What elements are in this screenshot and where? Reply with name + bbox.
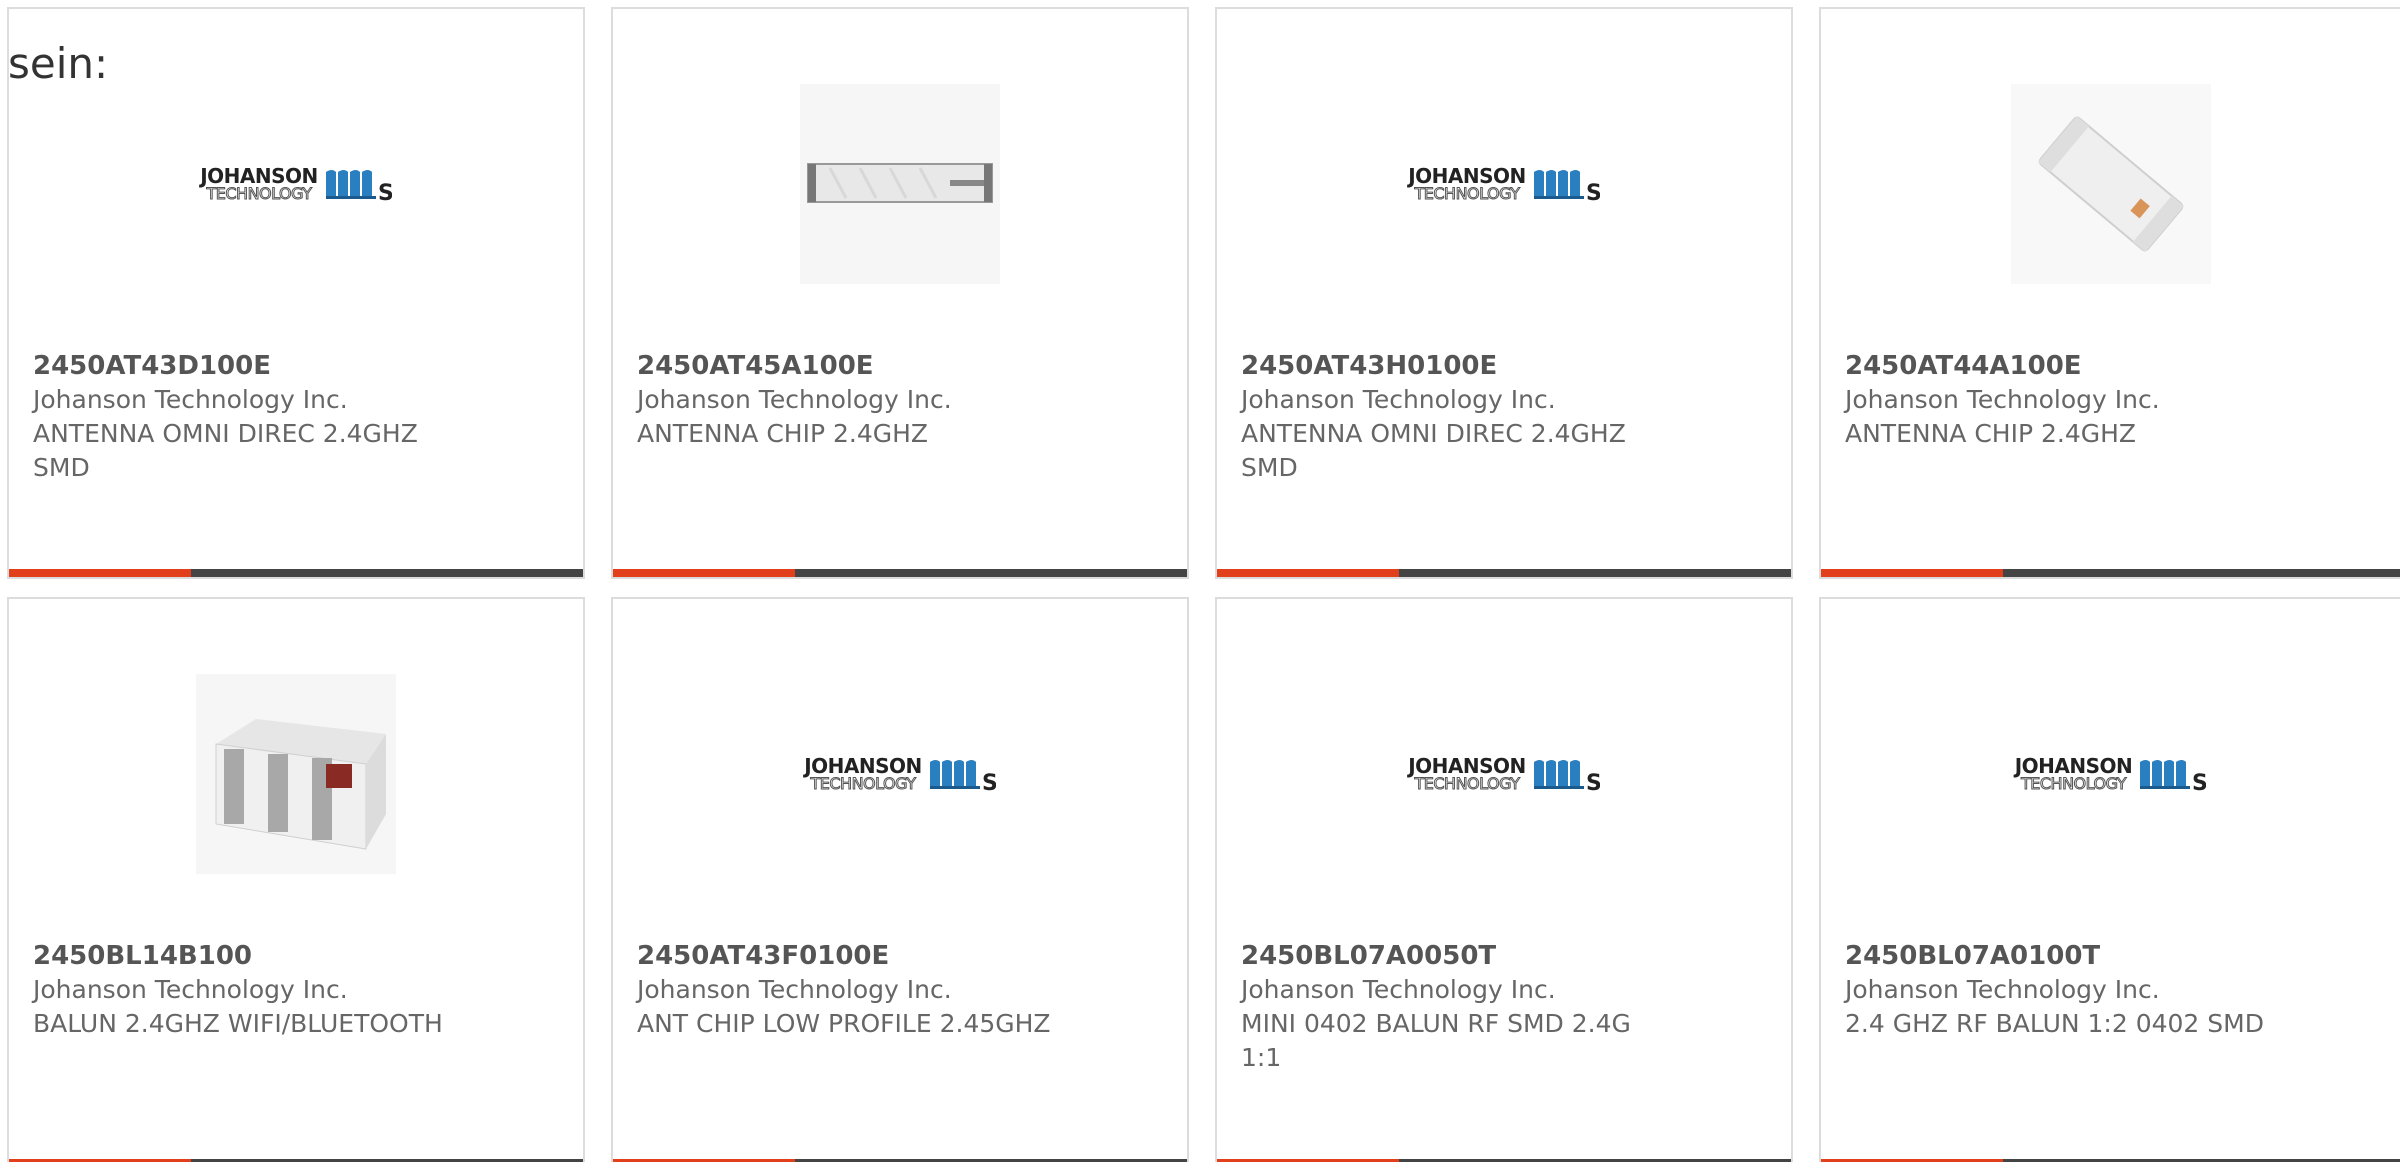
card-accent bbox=[9, 569, 191, 577]
product-image[interactable]: JOHANSON TECHNOLOGY S bbox=[613, 669, 1187, 879]
product-image[interactable]: JOHANSON TECHNOLOGY S bbox=[1821, 669, 2400, 879]
product-image[interactable]: JOHANSON TECHNOLOGY S bbox=[9, 79, 583, 289]
manufacturer: Johanson Technology Inc. bbox=[1845, 975, 2160, 1004]
product-card[interactable]: JOHANSON TECHNOLOGY S 2450AT43H0100E Joh… bbox=[1215, 7, 1793, 579]
description-line2: 1:1 bbox=[1241, 1043, 1282, 1072]
wave-logo-icon: S bbox=[2140, 760, 2206, 792]
part-number[interactable]: 2450AT43H0100E bbox=[1241, 349, 1681, 383]
logo-line2: TECHNOLOGY bbox=[810, 774, 916, 793]
card-footer-bar bbox=[9, 569, 583, 577]
johanson-logo-icon: JOHANSON TECHNOLOGY S bbox=[2015, 756, 2207, 792]
card-accent bbox=[1821, 569, 2003, 577]
logo-line2: TECHNOLOGY bbox=[1414, 184, 1520, 203]
balun-chip-image bbox=[196, 674, 396, 874]
svg-text:S: S bbox=[2192, 771, 2206, 792]
chip-antenna-long-image bbox=[800, 84, 1000, 284]
card-footer-bar bbox=[1217, 569, 1791, 577]
product-image[interactable] bbox=[613, 79, 1187, 289]
johanson-logo-icon: JOHANSON TECHNOLOGY S bbox=[1408, 756, 1600, 792]
logo-line1: JOHANSON bbox=[1408, 754, 1526, 778]
manufacturer: Johanson Technology Inc. bbox=[637, 975, 952, 1004]
svg-text:S: S bbox=[982, 771, 996, 792]
product-card[interactable]: JOHANSON TECHNOLOGY S 2450BL07A0050T Joh… bbox=[1215, 597, 1793, 1162]
description-line1: ANTENNA OMNI DIREC 2.4GHZ bbox=[33, 419, 418, 448]
description-line1: BALUN 2.4GHZ WIFI/BLUETOOTH bbox=[33, 1009, 443, 1038]
wave-logo-icon: S bbox=[1533, 760, 1600, 792]
card-accent bbox=[613, 569, 795, 577]
description-line1: 2.4 GHZ RF BALUN 1:2 0402 SMD bbox=[1845, 1009, 2264, 1038]
logo-line2: TECHNOLOGY bbox=[1414, 774, 1520, 793]
intro-text: sein: bbox=[8, 39, 109, 88]
manufacturer: Johanson Technology Inc. bbox=[1241, 975, 1556, 1004]
manufacturer: Johanson Technology Inc. bbox=[33, 975, 348, 1004]
part-number[interactable]: 2450BL07A0050T bbox=[1241, 939, 1681, 973]
card-accent bbox=[1217, 569, 1399, 577]
wave-logo-icon: S bbox=[1533, 170, 1600, 202]
description-line1: ANTENNA CHIP 2.4GHZ bbox=[637, 419, 929, 448]
logo-line1: JOHANSON bbox=[2014, 754, 2133, 778]
logo-line2: TECHNOLOGY bbox=[206, 184, 312, 203]
part-number[interactable]: 2450AT45A100E bbox=[637, 349, 1077, 383]
wave-logo-icon: S bbox=[325, 170, 392, 202]
part-number[interactable]: 2450BL07A0100T bbox=[1845, 939, 2285, 973]
chip-antenna-angled-image bbox=[2010, 84, 2211, 284]
part-number[interactable]: 2450AT43D100E bbox=[33, 349, 473, 383]
product-image[interactable] bbox=[1821, 79, 2400, 289]
product-card[interactable]: 2450BL14B100 Johanson Technology Inc. BA… bbox=[7, 597, 585, 1162]
svg-text:S: S bbox=[378, 181, 392, 202]
product-card[interactable]: 2450AT45A100E Johanson Technology Inc. A… bbox=[611, 7, 1189, 579]
logo-line1: JOHANSON bbox=[200, 164, 318, 188]
part-number[interactable]: 2450AT43F0100E bbox=[637, 939, 1077, 973]
card-footer-bar bbox=[1821, 569, 2400, 577]
description-line2: SMD bbox=[33, 453, 90, 482]
manufacturer: Johanson Technology Inc. bbox=[1241, 385, 1556, 414]
manufacturer: Johanson Technology Inc. bbox=[33, 385, 348, 414]
product-image[interactable] bbox=[9, 669, 583, 879]
product-card[interactable]: JOHANSON TECHNOLOGY S 2450BL07A0100T Joh… bbox=[1819, 597, 2400, 1162]
johanson-logo-icon: JOHANSON TECHNOLOGY S bbox=[804, 756, 996, 792]
description-line2: SMD bbox=[1241, 453, 1298, 482]
part-number[interactable]: 2450AT44A100E bbox=[1845, 349, 2285, 383]
svg-text:S: S bbox=[1586, 771, 1600, 792]
johanson-logo-icon: JOHANSON TECHNOLOGY S bbox=[1408, 166, 1600, 202]
manufacturer: Johanson Technology Inc. bbox=[637, 385, 952, 414]
product-card[interactable]: JOHANSON TECHNOLOGY S 2450AT43F0100E Joh… bbox=[611, 597, 1189, 1162]
product-image[interactable]: JOHANSON TECHNOLOGY S bbox=[1217, 79, 1791, 289]
description-line1: ANTENNA CHIP 2.4GHZ bbox=[1845, 419, 2137, 448]
description-line1: ANTENNA OMNI DIREC 2.4GHZ bbox=[1241, 419, 1626, 448]
johanson-logo-icon: JOHANSON TECHNOLOGY S bbox=[200, 166, 392, 202]
product-card[interactable]: 2450AT44A100E Johanson Technology Inc. A… bbox=[1819, 7, 2400, 579]
product-grid-page: sein: JOHANSON TECHNOLOGY S 2450AT43D bbox=[0, 0, 2400, 1162]
description-line1: MINI 0402 BALUN RF SMD 2.4G bbox=[1241, 1009, 1631, 1038]
card-footer-bar bbox=[613, 569, 1187, 577]
logo-line1: JOHANSON bbox=[804, 754, 922, 778]
svg-text:S: S bbox=[1586, 181, 1600, 202]
part-number[interactable]: 2450BL14B100 bbox=[33, 939, 473, 973]
product-card[interactable]: JOHANSON TECHNOLOGY S 2450AT43D100E Joha… bbox=[7, 7, 585, 579]
manufacturer: Johanson Technology Inc. bbox=[1845, 385, 2160, 414]
description-line1: ANT CHIP LOW PROFILE 2.45GHZ bbox=[637, 1009, 1051, 1038]
logo-line2: TECHNOLOGY bbox=[2021, 774, 2127, 793]
wave-logo-icon: S bbox=[929, 760, 996, 792]
product-image[interactable]: JOHANSON TECHNOLOGY S bbox=[1217, 669, 1791, 879]
logo-line1: JOHANSON bbox=[1408, 164, 1526, 188]
